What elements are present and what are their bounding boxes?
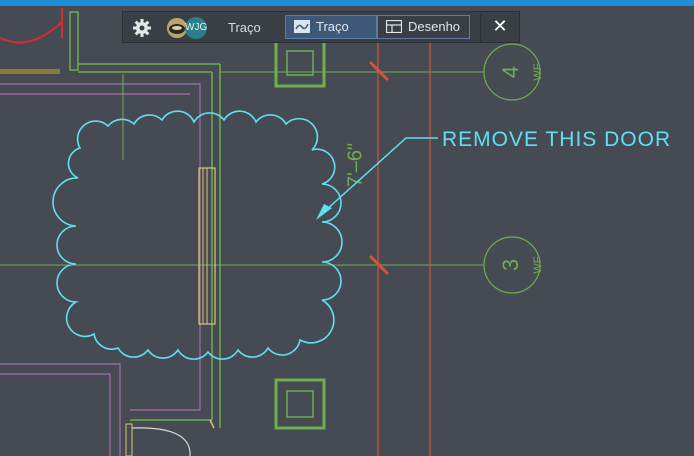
column-bottom bbox=[274, 378, 326, 430]
wall-purple-1 bbox=[0, 83, 201, 411]
dimension-label: 7'–6" bbox=[344, 143, 366, 187]
user-avatar-photo[interactable] bbox=[167, 18, 187, 38]
annotation-text[interactable]: REMOVE THIS DOOR bbox=[442, 128, 671, 151]
tab-drawing[interactable]: Desenho bbox=[377, 15, 470, 39]
tab-trace-label: Traço bbox=[316, 19, 349, 34]
close-button[interactable]: ✕ bbox=[489, 16, 511, 38]
drawing-icon bbox=[386, 20, 402, 33]
close-icon: ✕ bbox=[492, 16, 508, 37]
trace-name-label: Traço bbox=[228, 20, 261, 35]
grid-bubble-3-suffix: WF bbox=[532, 256, 544, 273]
wall-purple-3 bbox=[0, 363, 121, 456]
toolbar-separator bbox=[480, 14, 481, 42]
trace-icon bbox=[294, 20, 310, 33]
tab-drawing-label: Desenho bbox=[408, 19, 461, 34]
grid-bubble-4-number: 4 bbox=[498, 66, 523, 78]
column-top bbox=[274, 38, 326, 88]
settings-button[interactable] bbox=[131, 17, 153, 39]
revision-cloud[interactable] bbox=[52, 110, 343, 360]
avatar-image-icon bbox=[167, 18, 187, 38]
wall-purple-4 bbox=[0, 373, 111, 456]
user-avatar-initials[interactable]: WJG bbox=[185, 17, 207, 39]
tick-mark-1 bbox=[368, 60, 390, 82]
cad-drawing-canvas[interactable]: 4 WF 3 WF 7'–6" REMOVE THIS DOOR bbox=[0, 0, 694, 456]
grid-bubble-4-suffix: WF bbox=[532, 63, 544, 80]
gear-icon bbox=[133, 19, 151, 37]
door-swing-arc bbox=[0, 21, 63, 44]
wall-strip bbox=[0, 69, 60, 74]
markup-toolbar: WJG Traço Traço Desenho ✕ bbox=[122, 11, 520, 43]
tab-trace[interactable]: Traço bbox=[285, 15, 377, 39]
door-bottom bbox=[125, 419, 215, 456]
wall-green-1 bbox=[69, 11, 79, 71]
grid-bubble-3-number: 3 bbox=[498, 259, 523, 271]
leader-line bbox=[325, 137, 438, 211]
